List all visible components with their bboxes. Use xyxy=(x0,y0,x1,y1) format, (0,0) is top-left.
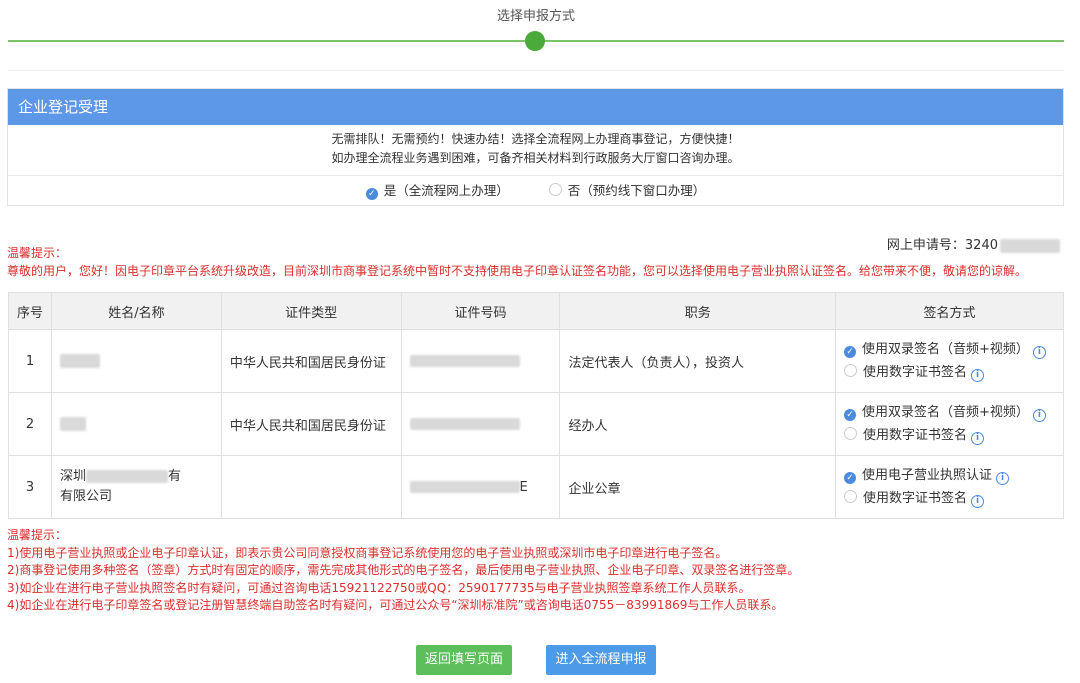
redacted-block xyxy=(59,417,86,431)
sig-option-digital-cert[interactable]: 使用数字证书签名 i xyxy=(843,487,1055,510)
notice-top-text: 尊敬的用户，您好！因电子印章平台系统升级改造，目前深圳市商事登记系统中暂时不支持… xyxy=(7,264,1028,278)
processing-mode-options: ✓ 是（全流程网上办理） 否（预约线下窗口办理） xyxy=(8,176,1063,206)
table-row: 3 深圳 有 有限公司 E 企业公章 ✓ 使用电子营业执照认证 i 使用数字证书签名 i xyxy=(8,455,1065,519)
option-offline-label: 否（预约线下窗口办理） xyxy=(567,183,706,198)
notice-line: 2)商事登记使用多种签名（签章）方式时有固定的顺序，需先完成其他形式的电子签名，… xyxy=(7,563,800,577)
row-no: 1 xyxy=(8,329,52,393)
back-to-form-button[interactable]: 返回填写页面 xyxy=(416,645,512,675)
info-icon[interactable]: i xyxy=(1032,409,1046,422)
panel-message-line1: 无需排队！无需预约！快速办结！选择全流程网上办理商事登记，方便快捷！ xyxy=(331,132,740,146)
sig-option-label: 使用数字证书签名 xyxy=(862,428,967,443)
radio-checked-icon[interactable]: ✓ xyxy=(365,188,378,200)
header-id-number: 证件号码 xyxy=(400,292,561,330)
row-id-type: 中华人民共和国居民身份证 xyxy=(220,329,402,393)
header-position: 职务 xyxy=(559,292,836,330)
sig-option-business-license[interactable]: ✓ 使用电子营业执照认证 i xyxy=(843,464,1055,487)
row-id-tail: E xyxy=(519,479,528,495)
header-name: 姓名/名称 xyxy=(50,292,222,330)
info-icon[interactable]: i xyxy=(996,472,1009,485)
notice-line: 4)如企业在进行电子印章签名或登记注册智慧终端自助签名时有疑问，可通过公众号“深… xyxy=(7,598,784,612)
header-id-type: 证件类型 xyxy=(220,292,402,330)
notice-line: 3)如企业在进行电子营业执照签名时有疑问，可通过咨询电话15921122750或… xyxy=(7,580,751,595)
notice-line: 1)使用电子营业执照或企业电子印章认证，即表示贵公司同意授权商事登记系统使用您的… xyxy=(7,545,728,560)
redacted-block xyxy=(409,481,520,493)
option-online[interactable]: ✓ 是（全流程网上办理） xyxy=(365,176,509,206)
notice-bottom-title: 温馨提示： xyxy=(7,528,68,542)
row-position: 经办人 xyxy=(559,392,836,456)
divider xyxy=(8,70,1064,71)
radio-unchecked-icon[interactable] xyxy=(548,183,562,196)
step-current-dot xyxy=(525,31,545,51)
row-signature-methods: ✓ 使用电子营业执照认证 i 使用数字证书签名 i xyxy=(834,455,1065,519)
row-name-start: 深圳 xyxy=(59,469,86,484)
sig-option-label: 使用双录签名（音频+视频） xyxy=(861,405,1029,420)
redacted-block xyxy=(59,354,100,368)
registration-panel: 企业登记受理 无需排队！无需预约！快速办结！选择全流程网上办理商事登记，方便快捷… xyxy=(7,88,1064,206)
row-id-number xyxy=(400,329,561,393)
redacted-block xyxy=(409,418,520,430)
row-id-type: 中华人民共和国居民身份证 xyxy=(220,392,402,456)
info-icon[interactable]: i xyxy=(1032,346,1046,359)
notice-top-title: 温馨提示： xyxy=(7,246,68,260)
redacted-block xyxy=(409,355,520,367)
info-icon[interactable]: i xyxy=(971,495,984,508)
row-position: 法定代表人（负责人），投资人 xyxy=(559,329,836,393)
row-id-number xyxy=(400,392,561,456)
table-header-row: 序号 姓名/名称 证件类型 证件号码 职务 签名方式 xyxy=(8,292,1065,330)
sig-option-dual-record[interactable]: ✓ 使用双录签名（音频+视频） i xyxy=(843,338,1055,361)
radio-unchecked-icon[interactable] xyxy=(843,427,857,440)
row-id-number: E xyxy=(400,455,561,519)
row-name xyxy=(50,392,222,456)
radio-unchecked-icon[interactable] xyxy=(843,490,857,503)
notice-top: 温馨提示： 尊敬的用户，您好！因电子印章平台系统升级改造，目前深圳市商事登记系统… xyxy=(7,244,1067,280)
row-name-end: 有限公司 xyxy=(59,489,112,504)
panel-message: 无需排队！无需预约！快速办结！选择全流程网上办理商事登记，方便快捷！ 如办理全流… xyxy=(8,125,1063,176)
row-signature-methods: ✓ 使用双录签名（音频+视频） i 使用数字证书签名 i xyxy=(834,329,1065,393)
row-name-tail: 有 xyxy=(167,469,181,484)
table-row: 2 中华人民共和国居民身份证 经办人 ✓ 使用双录签名（音频+视频） i 使用数字证… xyxy=(8,392,1065,456)
sig-option-digital-cert[interactable]: 使用数字证书签名 i xyxy=(843,361,1055,384)
enter-full-process-button[interactable]: 进入全流程申报 xyxy=(546,645,656,675)
row-name xyxy=(50,329,222,393)
header-no: 序号 xyxy=(8,292,52,330)
row-position: 企业公章 xyxy=(559,455,836,519)
info-icon[interactable]: i xyxy=(971,369,984,382)
row-id-type xyxy=(220,455,402,519)
row-no: 2 xyxy=(8,392,52,456)
table-row: 1 中华人民共和国居民身份证 法定代表人（负责人），投资人 ✓ 使用双录签名（音频… xyxy=(8,329,1065,393)
sig-option-label: 使用双录签名（音频+视频） xyxy=(861,342,1029,357)
panel-message-line2: 如办理全流程业务遇到困难，可备齐相关材料到行政服务大厅窗口咨询办理。 xyxy=(331,151,740,165)
panel-title: 企业登记受理 xyxy=(8,89,1063,125)
sig-option-digital-cert[interactable]: 使用数字证书签名 i xyxy=(843,424,1055,447)
sig-option-label: 使用电子营业执照认证 xyxy=(861,468,992,483)
row-no: 3 xyxy=(8,455,52,519)
info-icon[interactable]: i xyxy=(971,432,984,445)
sig-option-label: 使用数字证书签名 xyxy=(862,365,967,380)
redacted-block xyxy=(85,470,168,483)
signatories-table: 序号 姓名/名称 证件类型 证件号码 职务 签名方式 1 中华人民共和国居民身份… xyxy=(8,292,1065,519)
sig-option-dual-record[interactable]: ✓ 使用双录签名（音频+视频） i xyxy=(843,401,1055,424)
radio-checked-icon[interactable]: ✓ xyxy=(843,472,856,484)
header-signature-method: 签名方式 xyxy=(834,292,1065,330)
sig-option-label: 使用数字证书签名 xyxy=(862,491,967,506)
row-name: 深圳 有 有限公司 xyxy=(50,455,222,519)
option-online-label: 是（全流程网上办理） xyxy=(383,183,509,198)
radio-checked-icon[interactable]: ✓ xyxy=(843,409,856,421)
option-offline[interactable]: 否（预约线下窗口办理） xyxy=(548,176,706,206)
step-title: 选择申报方式 xyxy=(496,9,575,24)
notice-bottom: 温馨提示： 1)使用电子营业执照或企业电子印章认证，即表示贵公司同意授权商事登记… xyxy=(7,527,799,615)
radio-unchecked-icon[interactable] xyxy=(843,364,857,377)
radio-checked-icon[interactable]: ✓ xyxy=(843,346,856,358)
row-signature-methods: ✓ 使用双录签名（音频+视频） i 使用数字证书签名 i xyxy=(834,392,1065,456)
